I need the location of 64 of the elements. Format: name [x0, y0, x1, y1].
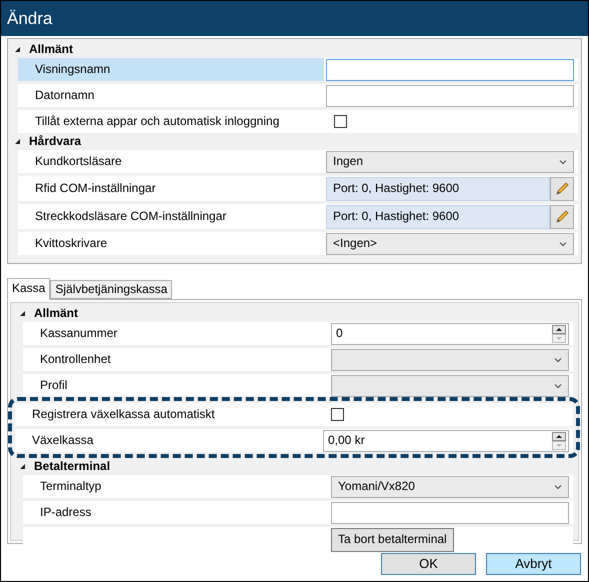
property-row[interactable]: Tillåt externa appar och automatisk inloggning — [18, 110, 578, 133]
spin-arrows-icon — [552, 324, 566, 342]
tab[interactable]: Självbetjäningskassa — [50, 280, 172, 299]
property-row[interactable]: Terminaltyp Yomani/Vx820 — [23, 475, 573, 498]
caret-icon — [554, 382, 562, 388]
remove-terminal-button[interactable]: Ta bort betalterminal — [331, 528, 454, 552]
text-field[interactable] — [326, 84, 574, 106]
property-label: Registrera växelkassa automatiskt — [32, 408, 215, 422]
property-row[interactable]: Registrera växelkassa automatiskt — [15, 403, 573, 426]
collapse-triangle-icon[interactable] — [19, 463, 26, 470]
window-title: Ändra — [7, 8, 52, 28]
dropdown[interactable]: Ingen — [326, 150, 574, 172]
caret-icon — [554, 484, 562, 490]
edit-button[interactable] — [550, 204, 574, 228]
caret-icon — [559, 240, 567, 246]
property-label: Tillåt externa appar och automatisk inloggning — [35, 114, 280, 128]
property-row[interactable]: Växelkassa 0,00 kr — [15, 429, 573, 452]
property-label: Växelkassa — [32, 434, 94, 448]
number-field[interactable]: 0,00 kr — [323, 430, 569, 452]
category-title: Allmänt — [29, 42, 74, 56]
property-label: Kvittoskrivare — [35, 236, 108, 250]
property-row[interactable]: Datornamn — [18, 84, 578, 107]
pencil-icon — [554, 181, 570, 196]
text-field[interactable] — [331, 502, 569, 524]
property-label: Kundkortsläsare — [35, 154, 122, 168]
property-label: Rfid COM-inställningar — [35, 182, 156, 196]
property-row[interactable]: Streckkodsläsare COM-inställningar Port: 0, Hastighet: 9600 — [18, 204, 578, 229]
dialog-button[interactable]: Avbryt — [486, 553, 581, 575]
property-row[interactable]: Ta bort betalterminal — [23, 527, 573, 552]
dropdown[interactable]: <Ingen> — [326, 232, 574, 254]
text-field[interactable] — [326, 58, 574, 80]
property-label: Terminaltyp — [40, 480, 102, 494]
property-label: Profil — [40, 378, 68, 392]
category-title: Allmänt — [34, 306, 78, 320]
collapse-triangle-icon[interactable] — [14, 138, 21, 145]
caret-icon — [554, 356, 562, 362]
collapse-triangle-icon[interactable] — [19, 310, 26, 317]
dropdown[interactable]: Yomani/Vx820 — [331, 476, 569, 498]
property-label: Streckkodsläsare COM-inställningar — [35, 210, 226, 224]
collapse-triangle-icon[interactable] — [14, 46, 21, 53]
property-row[interactable]: Visningsnamn — [18, 58, 578, 81]
checkbox[interactable] — [331, 408, 344, 421]
edit-button[interactable] — [550, 176, 574, 200]
value-field[interactable]: Port: 0, Hastighet: 9600 — [326, 176, 550, 200]
pencil-icon — [554, 209, 570, 224]
dialog-button[interactable]: OK — [381, 553, 476, 575]
spin-arrows-icon — [552, 432, 566, 450]
property-label: Kontrollenhet — [40, 352, 111, 366]
property-row[interactable]: Kvittoskrivare <Ingen> — [18, 232, 578, 255]
category-title: Betalterminal — [34, 460, 110, 474]
property-row[interactable]: Rfid COM-inställningar Port: 0, Hastighet: 9600 — [18, 176, 578, 201]
category-title: Hårdvara — [29, 134, 82, 148]
property-row[interactable]: Kassanummer 0 — [23, 322, 573, 345]
tab[interactable]: Kassa — [7, 278, 50, 300]
property-label: Datornamn — [35, 88, 94, 102]
property-label: Kassanummer — [40, 326, 118, 340]
number-field[interactable]: 0 — [331, 322, 569, 344]
property-row[interactable]: Kundkortsläsare Ingen — [18, 150, 578, 173]
caret-icon — [559, 158, 567, 164]
value-field[interactable]: Port: 0, Hastighet: 9600 — [326, 204, 550, 228]
property-label: Visningsnamn — [35, 62, 110, 76]
checkbox[interactable] — [334, 115, 347, 128]
property-row[interactable]: IP-adress — [23, 501, 573, 524]
property-label: IP-adress — [40, 506, 92, 520]
